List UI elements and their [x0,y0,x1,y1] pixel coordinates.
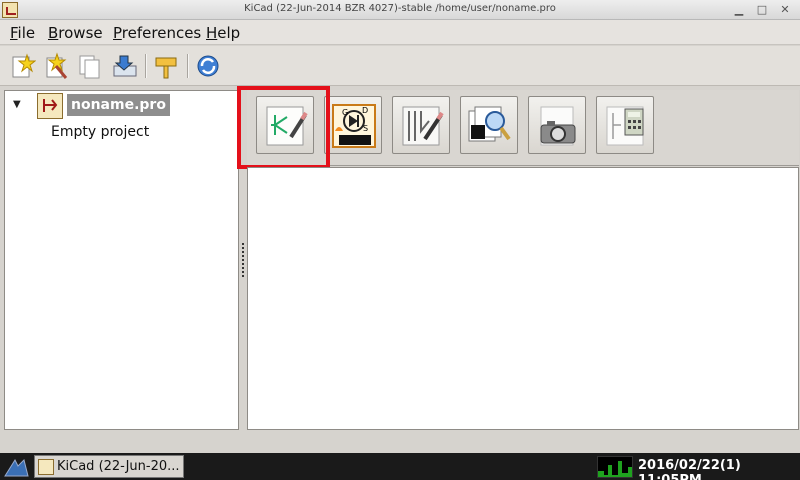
open-project-icon[interactable] [76,52,104,80]
tree-item-project[interactable]: noname.pro [67,94,170,116]
menu-bar: File Browse Preferences Help [0,20,800,45]
menu-file[interactable]: File [10,24,35,42]
close-icon[interactable]: ✕ [778,3,792,17]
toolbar-separator [145,54,147,78]
screen: KiCad (22-Jun-2014 BZR 4027)-stable /hom… [0,0,800,480]
menu-preferences[interactable]: Preferences [113,24,201,42]
component-library-editor-button[interactable]: G D S [324,96,382,154]
menu-help[interactable]: Help [206,24,240,42]
taskbar-clock[interactable]: 2016/02/22(1) 11:05PM [638,458,800,480]
svg-text:G: G [342,108,348,117]
bitmap-to-component-button[interactable] [528,96,586,154]
project-tree-panel: ▼ noname.pro Empty project [4,90,239,430]
menu-browse[interactable]: Browse [48,24,103,42]
splitter-grip[interactable] [242,243,244,277]
pcb-editor-icon [402,106,444,146]
pcb-calculator-icon [606,106,644,146]
message-panel[interactable] [247,167,799,430]
start-menu-icon[interactable] [2,456,30,478]
refresh-icon[interactable] [194,52,222,80]
title-bar[interactable]: KiCad (22-Jun-2014 BZR 4027)-stable /hom… [0,0,800,20]
toolbar-separator [187,54,189,78]
new-project-icon[interactable] [8,52,37,80]
taskbar-item-kicad[interactable]: KiCad (22-Jun-20... [34,455,184,478]
pcb-editor-button[interactable] [392,96,450,154]
main-toolbar [0,46,800,86]
pcb-calculator-button[interactable] [596,96,654,154]
svg-text:S: S [363,124,368,133]
gerber-viewer-icon [468,106,511,142]
svg-text:D: D [362,106,368,115]
taskbar: KiCad (22-Jun-20... 2016/02/22(1) 11:05P… [0,453,800,480]
kicad-taskbar-icon [38,459,54,475]
maximize-icon[interactable]: □ [755,3,769,17]
collapse-arrow-icon[interactable]: ▼ [13,99,21,110]
cpu-monitor-graph [597,456,633,478]
minimize-icon[interactable]: ▁ [732,3,746,17]
component-library-editor-icon: G D S [332,104,376,148]
window-title: KiCad (22-Jun-2014 BZR 4027)-stable /hom… [244,3,556,14]
kicad-project-icon [37,93,63,119]
highlight-annotation [237,86,330,169]
archive-icon[interactable] [152,52,180,80]
bitmap-to-component-icon [540,106,576,146]
taskbar-item-label: KiCad (22-Jun-20... [57,459,180,474]
save-project-icon[interactable] [110,52,138,80]
gerber-viewer-button[interactable] [460,96,518,154]
new-project-template-icon[interactable] [42,52,70,80]
tree-item-empty-project[interactable]: Empty project [51,124,149,140]
